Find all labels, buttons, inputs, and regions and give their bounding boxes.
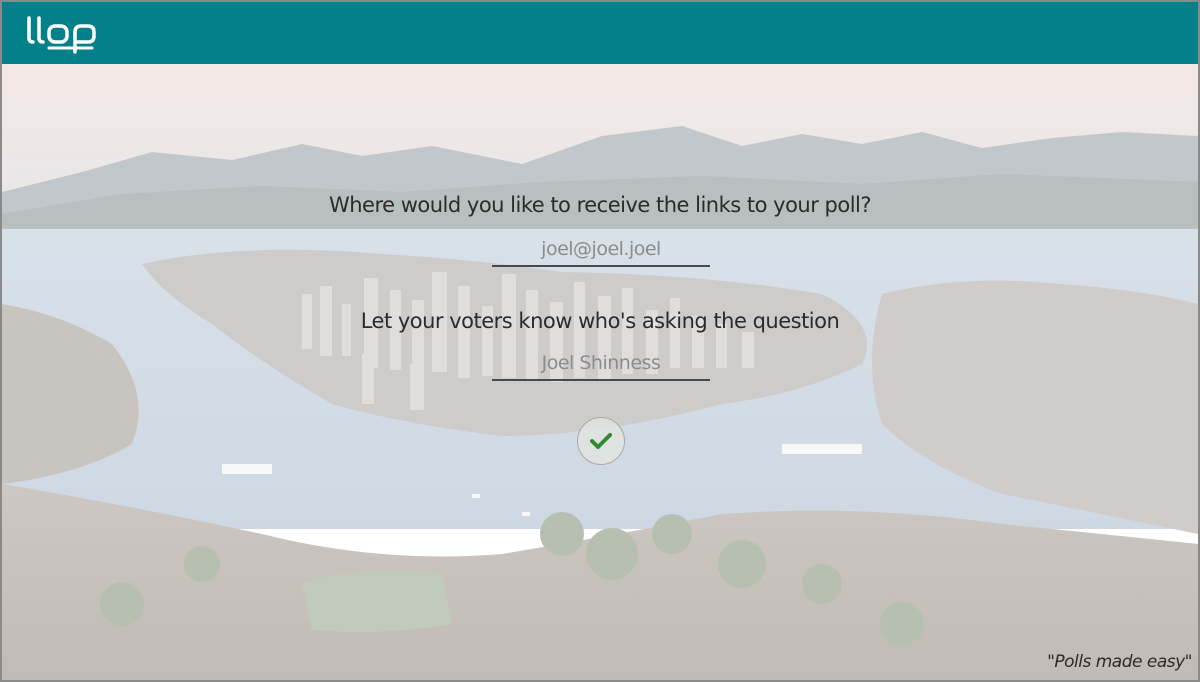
email-question-label: Where would you like to receive the link… xyxy=(328,193,872,217)
app-frame: Where would you like to receive the link… xyxy=(0,0,1200,682)
submit-button[interactable] xyxy=(577,417,625,465)
name-field[interactable] xyxy=(492,347,710,381)
name-question-label: Let your voters know who's asking the qu… xyxy=(360,309,840,333)
checkmark-icon xyxy=(590,433,612,449)
llop-logo[interactable] xyxy=(24,12,104,56)
email-field[interactable] xyxy=(492,233,710,267)
top-bar xyxy=(2,2,1198,64)
tagline: "Polls made easy" xyxy=(1047,652,1192,672)
